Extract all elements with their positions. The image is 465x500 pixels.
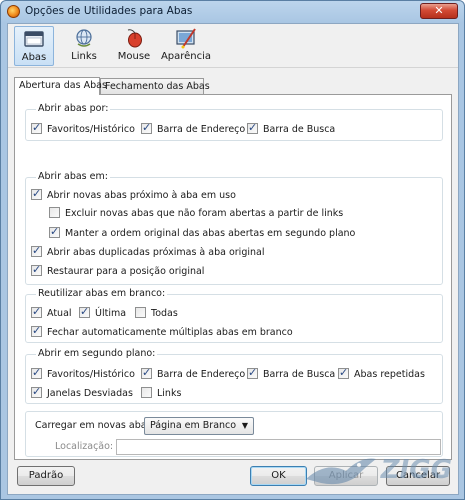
- checkbox[interactable]: [49, 225, 60, 238]
- dropdown-arrow-icon: ▼: [241, 421, 248, 430]
- toolbar-label: Aparência: [160, 51, 212, 62]
- checkbox[interactable]: [31, 244, 42, 257]
- checkbox-label: Favoritos/Histórico: [47, 124, 135, 135]
- checkbox-label: Barra de Endereço: [157, 369, 246, 380]
- checkbox[interactable]: [135, 307, 146, 318]
- toolbar-label: Abas: [21, 52, 47, 63]
- group-abrir-em: Abrir abas em: Abrir novas abas próximo …: [25, 171, 443, 285]
- checkbox-favoritos[interactable]: Favoritos/Histórico: [31, 121, 135, 135]
- checkbox-manter-ordem[interactable]: Manter a ordem original das abas abertas…: [49, 225, 356, 239]
- tab-fechamento[interactable]: Fechamento das Abas: [100, 78, 210, 94]
- checkbox[interactable]: [141, 387, 152, 398]
- checkbox[interactable]: [141, 366, 152, 379]
- checkbox-bg-favoritos[interactable]: Favoritos/Histórico: [31, 366, 135, 380]
- checkbox-label: Barra de Busca: [263, 124, 336, 135]
- toolbar-tab-mouse[interactable]: Mouse: [114, 26, 154, 66]
- checkbox[interactable]: [31, 121, 42, 134]
- checkbox-label: Última: [95, 308, 127, 319]
- select-value: Página em Branco: [150, 420, 237, 431]
- dialog-body: Abas Links Mouse Aparência Abertura das …: [7, 23, 459, 495]
- location-label: Localização:: [55, 441, 114, 452]
- group-title: Abrir abas por:: [36, 103, 111, 114]
- checkbox[interactable]: [338, 366, 349, 379]
- toolbar-tab-links[interactable]: Links: [64, 26, 104, 66]
- checkbox-abas-duplicadas[interactable]: Abrir abas duplicadas próximas à aba ori…: [31, 244, 265, 258]
- tab-panel: Abrir abas por: Favoritos/Histórico Barr…: [14, 94, 452, 460]
- toolbar-label: Links: [71, 51, 97, 62]
- checkbox-atual[interactable]: Atual: [31, 305, 72, 319]
- category-toolbar: Abas Links Mouse Aparência: [8, 24, 458, 68]
- checkbox-label: Barra de Endereço: [157, 124, 246, 135]
- group-title: Abrir em segundo plano:: [36, 348, 158, 359]
- tabs-icon: [24, 31, 44, 47]
- checkbox-ultima[interactable]: Última: [79, 305, 127, 319]
- toolbar-tab-aparencia[interactable]: Aparência: [160, 26, 212, 66]
- load-page-select[interactable]: Página em Branco ▼: [144, 417, 254, 435]
- apply-button[interactable]: Aplicar: [314, 466, 378, 486]
- checkbox-restaurar-posicao[interactable]: Restaurar para a posição original: [31, 263, 205, 277]
- checkbox-label: Manter a ordem original das abas abertas…: [65, 228, 356, 239]
- checkbox-label: Fechar automaticamente múltiplas abas em…: [47, 327, 293, 338]
- checkbox-label: Links: [157, 388, 182, 399]
- mouse-icon: [127, 29, 142, 48]
- checkbox[interactable]: [31, 263, 42, 276]
- toolbar-label: Mouse: [117, 51, 151, 62]
- checkbox[interactable]: [31, 366, 42, 379]
- checkbox-fechar-multiplas[interactable]: Fechar automaticamente múltiplas abas em…: [31, 324, 293, 338]
- default-button[interactable]: Padrão: [17, 466, 75, 486]
- options-window: Opções de Utilidades para Abas ✕ Abas Li…: [0, 0, 465, 500]
- checkbox[interactable]: [31, 324, 42, 337]
- checkbox-bg-busca[interactable]: Barra de Busca: [247, 366, 336, 380]
- group-reutilizar: Reutilizar abas em branco: Atual Última …: [25, 288, 443, 343]
- checkbox-excluir-novas[interactable]: Excluir novas abas que não foram abertas…: [49, 207, 343, 219]
- paint-icon: [176, 28, 196, 49]
- tab-abertura[interactable]: Abertura das Abas: [14, 77, 107, 95]
- group-title: Abrir abas em:: [36, 171, 110, 182]
- close-button[interactable]: ✕: [420, 3, 458, 19]
- checkbox-label: Favoritos/Histórico: [47, 369, 135, 380]
- group-segundo-plano: Abrir em segundo plano: Favoritos/Histór…: [25, 348, 443, 404]
- checkbox-label: Excluir novas abas que não foram abertas…: [65, 208, 344, 219]
- carregar-label: Carregar em novas abas:: [35, 420, 155, 431]
- checkbox-bg-links[interactable]: Links: [141, 387, 181, 399]
- toolbar-tab-abas[interactable]: Abas: [14, 26, 54, 66]
- checkbox-barra-busca[interactable]: Barra de Busca: [247, 121, 336, 135]
- checkbox[interactable]: [247, 121, 258, 134]
- checkbox-label: Janelas Desviadas: [47, 388, 133, 399]
- cancel-button[interactable]: Cancelar: [386, 466, 450, 486]
- checkbox[interactable]: [49, 207, 60, 218]
- globe-link-icon: [76, 29, 92, 47]
- checkbox-label: Abrir abas duplicadas próximas à aba ori…: [47, 247, 265, 258]
- checkbox[interactable]: [31, 305, 42, 318]
- group-abrir-por: Abrir abas por: Favoritos/Histórico Barr…: [25, 103, 443, 141]
- checkbox-barra-endereco[interactable]: Barra de Endereço: [141, 121, 246, 135]
- checkbox-label: Atual: [47, 308, 72, 319]
- checkbox-abrir-proximo[interactable]: Abrir novas abas próximo à aba em uso: [31, 187, 236, 201]
- checkbox-label: Todas: [151, 308, 178, 319]
- firefox-icon: [7, 5, 20, 18]
- title-bar[interactable]: Opções de Utilidades para Abas ✕: [1, 1, 464, 23]
- checkbox-bg-endereco[interactable]: Barra de Endereço: [141, 366, 246, 380]
- checkbox-bg-repetidas[interactable]: Abas repetidas: [338, 366, 425, 380]
- group-carregar: Carregar em novas abas: Página em Branco…: [25, 411, 443, 457]
- checkbox-label: Restaurar para a posição original: [47, 266, 205, 277]
- checkbox-todas[interactable]: Todas: [135, 307, 178, 319]
- checkbox[interactable]: [79, 305, 90, 318]
- checkbox[interactable]: [31, 187, 42, 200]
- checkbox[interactable]: [31, 385, 42, 398]
- checkbox-label: Abrir novas abas próximo à aba em uso: [47, 190, 236, 201]
- window-title: Opções de Utilidades para Abas: [25, 5, 193, 17]
- group-title: Reutilizar abas em branco:: [36, 288, 168, 299]
- checkbox[interactable]: [141, 121, 152, 134]
- checkbox-bg-janelas[interactable]: Janelas Desviadas: [31, 385, 133, 399]
- location-input[interactable]: [116, 439, 441, 455]
- checkbox-label: Barra de Busca: [263, 369, 336, 380]
- ok-button[interactable]: OK: [250, 466, 307, 486]
- checkbox[interactable]: [247, 366, 258, 379]
- checkbox-label: Abas repetidas: [354, 369, 425, 380]
